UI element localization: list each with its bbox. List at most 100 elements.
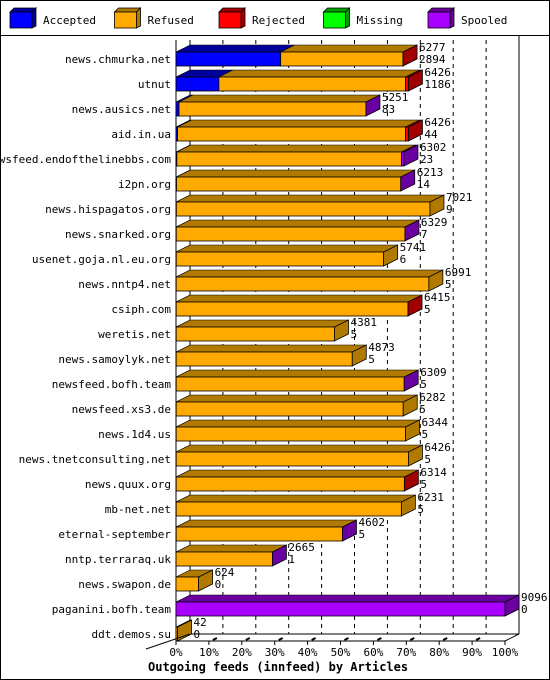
bar-top-refused — [176, 494, 416, 503]
bar-row: news.samoylyk.net48735 — [58, 341, 395, 367]
legend-swatch-side — [240, 7, 246, 29]
category-label: csiph.com — [111, 303, 171, 316]
bar-row: newsfeed.endofthelinebbs.com630223 — [0, 141, 446, 167]
bar-top-refused — [176, 319, 349, 328]
data-label-accepted: 6 — [400, 253, 407, 266]
bar-segment-refused — [175, 476, 405, 492]
data-label-accepted: 83 — [382, 103, 395, 116]
bar-segment-refused — [175, 501, 402, 517]
bar-row: csiph.com64155 — [111, 291, 451, 317]
bar-row: usenet.goja.nl.eu.org57416 — [32, 241, 426, 267]
category-label: paganini.bofh.team — [52, 603, 172, 616]
data-label-accepted: 2894 — [419, 53, 446, 66]
bars: news.chmurka.net62772894utnut64261186new… — [0, 41, 548, 642]
bar-row: news.chmurka.net62772894 — [65, 41, 446, 67]
bar-row: aid.in.ua642644 — [111, 116, 451, 142]
x-tick-depth — [344, 637, 349, 641]
bar-segment-refused — [177, 126, 406, 142]
bar-top-refused — [175, 544, 287, 553]
category-label: ddt.demos.su — [92, 628, 171, 641]
data-label-accepted: 0 — [194, 628, 201, 641]
data-label-accepted: 0 — [521, 603, 528, 616]
bar-segment-refused — [175, 276, 430, 292]
bar-row: news.quux.org63145 — [85, 466, 447, 492]
bar-row: news.tnetconsulting.net64265 — [19, 441, 451, 467]
legend-swatch-side — [449, 7, 455, 29]
legend-swatch-side — [31, 7, 37, 29]
legend-swatch-accepted — [9, 11, 33, 29]
bar-row: ddt.demos.su420 — [92, 616, 207, 642]
bar-segment-refused — [176, 176, 402, 192]
x-tick-label: 10% — [199, 646, 219, 659]
bar-segment-refused — [175, 226, 406, 242]
category-label: mb-net.net — [105, 503, 171, 516]
bar-row: nntp.terraraq.uk26651 — [65, 541, 315, 567]
bar-row: utnut64261186 — [138, 66, 451, 92]
x-axis-title: Outgoing feeds (innfeed) by Articles — [148, 660, 408, 674]
category-label: newsfeed.bofh.team — [52, 378, 172, 391]
bar-top-spooled — [175, 594, 520, 603]
bar-top-refused — [176, 269, 443, 278]
data-label-accepted: 5 — [358, 528, 365, 541]
category-label: aid.in.ua — [111, 128, 171, 141]
bar-row: paganini.bofh.team90960 — [52, 591, 548, 617]
category-label: news.nntp4.net — [78, 278, 171, 291]
data-label-accepted: 44 — [424, 128, 438, 141]
floor-right-edge — [504, 633, 520, 642]
bar-segment-refused — [280, 51, 404, 67]
x-tick-label: 100% — [492, 646, 519, 659]
category-label: news.quux.org — [85, 478, 171, 491]
data-label-accepted: 5 — [350, 328, 357, 341]
category-label: newsfeed.endofthelinebbs.com — [0, 153, 171, 166]
bar-top-refused — [176, 394, 418, 403]
x-tick-depth — [475, 637, 481, 641]
x-tick-label: 60% — [363, 646, 383, 659]
category-label: eternal-september — [58, 528, 171, 541]
bar-segment-refused — [175, 201, 431, 217]
bar-segment-refused — [175, 376, 405, 392]
bar-row: newsfeed.bofh.team63095 — [52, 366, 447, 392]
x-tick-depth — [311, 637, 317, 641]
x-tick-label: 20% — [232, 646, 252, 659]
data-label-accepted: 5 — [445, 278, 452, 291]
data-label-accepted: 9 — [446, 203, 453, 216]
category-label: newsfeed.xs3.de — [72, 403, 171, 416]
legend-swatch-refused — [114, 11, 137, 29]
bar-row: news.snarked.org63297 — [65, 216, 447, 242]
x-tick-label: 50% — [331, 646, 351, 659]
x-tick-depth — [442, 637, 448, 641]
x-tick-label: 80% — [429, 646, 449, 659]
bar-row: news.nntp4.net69915 — [78, 266, 471, 292]
bar-row: mb-net.net62315 — [105, 491, 444, 517]
legend-swatch-spooled — [427, 11, 451, 29]
category-label: news.hispagatos.org — [45, 203, 171, 216]
legend-label-missing: Missing — [357, 14, 403, 27]
bar-segment-accepted — [175, 101, 180, 117]
bar-row: news.1d4.us63445 — [98, 416, 448, 442]
legend-swatch-missing — [323, 11, 346, 29]
bar-top-refused — [176, 169, 415, 178]
bar-row: weretis.net43815 — [98, 316, 377, 342]
bar-top-refused — [176, 144, 416, 153]
x-tick-label: 70% — [396, 646, 416, 659]
bar-top-refused — [177, 119, 420, 128]
x-tick-label: 40% — [298, 646, 318, 659]
chart: Accepted Refused Rejected Missing Spooled ne… — [0, 7, 548, 674]
bar-row: eternal-september46025 — [58, 516, 385, 542]
bar-top-refused — [176, 519, 357, 528]
bar-row: newsfeed.xs3.de62825 — [72, 391, 446, 417]
bar-segment-refused — [175, 401, 404, 417]
category-label: weretis.net — [98, 328, 171, 341]
data-label-accepted: 5 — [419, 403, 426, 416]
bar-top-refused — [218, 69, 420, 78]
bar-top-refused — [176, 294, 423, 303]
bar-top-accepted — [175, 44, 295, 53]
category-label: news.chmurka.net — [65, 53, 171, 66]
bar-top-refused — [176, 469, 419, 478]
data-label-accepted: 1186 — [424, 78, 451, 91]
bar-top-refused — [176, 194, 445, 203]
data-label-accepted: 5 — [420, 478, 427, 491]
bar-row: news.swapon.de6240 — [78, 566, 235, 592]
category-label: news.tnetconsulting.net — [19, 453, 171, 466]
bar-top-refused — [176, 244, 398, 253]
